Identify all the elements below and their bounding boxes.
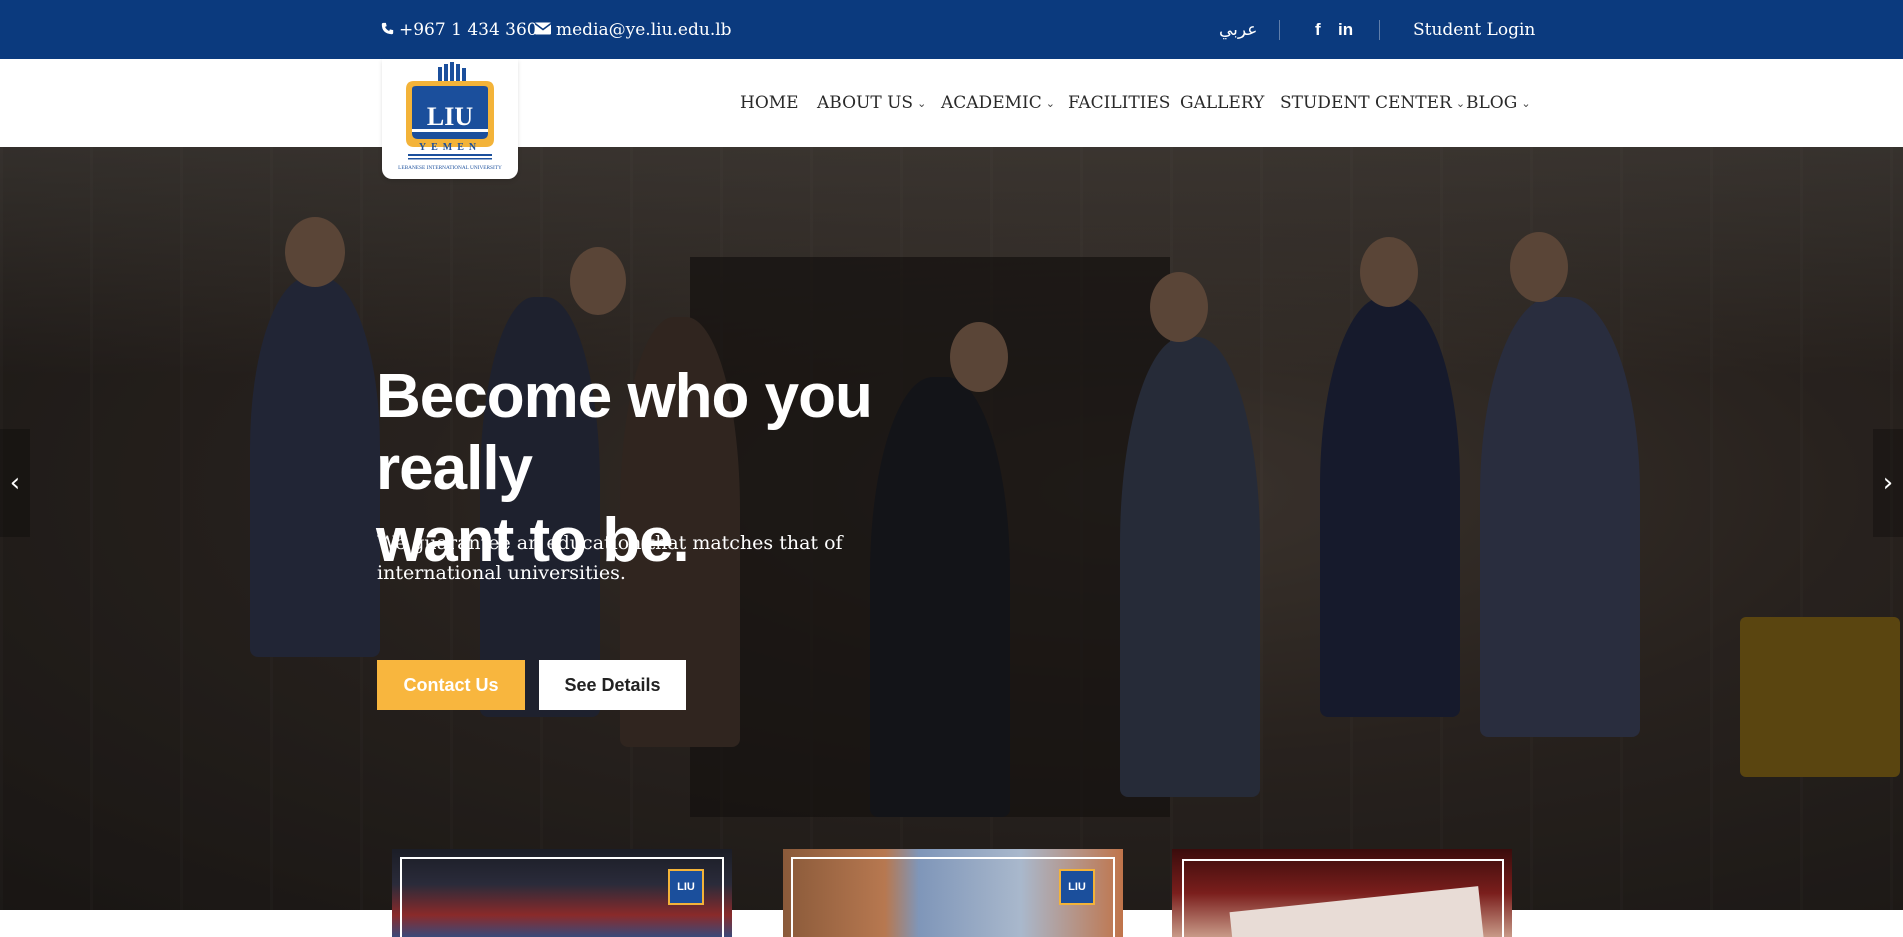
liu-yemen-logo[interactable]: LIU YEMEN LEBANESE INTERNATIONAL UNIVERS… (382, 59, 518, 179)
nav-item-label: STUDENT CENTER (1280, 93, 1452, 113)
student-login-link[interactable]: Student Login (1413, 0, 1535, 59)
chevron-left-icon: ‹ (9, 468, 21, 498)
email-address: media@ye.liu.edu.lb (556, 19, 732, 40)
phone-contact[interactable]: +967 1 434 360 (381, 0, 538, 59)
contact-us-button[interactable]: Contact Us (377, 660, 525, 710)
linkedin-icon[interactable]: in (1338, 0, 1353, 59)
nav-item-blog[interactable]: BLOG ⌄ (1466, 59, 1531, 147)
nav-item-label: HOME (740, 93, 799, 113)
feature-card[interactable] (1172, 849, 1512, 937)
divider (1379, 20, 1380, 40)
nav-item-label: ACADEMIC (941, 93, 1042, 113)
see-details-button[interactable]: See Details (539, 660, 686, 710)
chevron-down-icon: ⌄ (1455, 96, 1466, 110)
hero-subtitle-line: We guarantee an education that matches t… (377, 532, 843, 554)
logo-country: YEMEN (419, 142, 481, 153)
logo-brand: LIU (427, 102, 473, 131)
phone-number: +967 1 434 360 (399, 19, 538, 40)
nav-item-academic[interactable]: ACADEMIC ⌄ (941, 59, 1055, 147)
nav-item-label: GALLERY (1180, 93, 1265, 113)
nav-item-label: ABOUT US (817, 93, 914, 113)
chevron-down-icon: ⌄ (917, 96, 927, 110)
card-logo: LIU (668, 869, 704, 905)
card-logo: LIU (1059, 869, 1095, 905)
slider-next-button[interactable]: › (1873, 429, 1903, 537)
chevron-right-icon: › (1882, 468, 1894, 498)
hero-subtitle-line: international universities. (377, 562, 626, 584)
chevron-down-icon: ⌄ (1521, 96, 1531, 110)
hero-title-line: Become who you really (376, 362, 873, 503)
chevron-down-icon: ⌄ (1045, 96, 1055, 110)
divider (1279, 20, 1280, 40)
nav-item-facilities[interactable]: FACILITIES (1068, 59, 1170, 147)
logo-tagline: LEBANESE INTERNATIONAL UNIVERSITY (398, 165, 502, 171)
nav-item-about-us[interactable]: ABOUT US ⌄ (817, 59, 926, 147)
email-contact[interactable]: media@ye.liu.edu.lb (534, 0, 732, 59)
nav-item-label: FACILITIES (1068, 93, 1171, 113)
language-switch[interactable]: عربي (1219, 0, 1257, 59)
feature-card[interactable]: LIU (392, 849, 732, 937)
hero-slider: Become who you really want to be. We gua… (0, 147, 1903, 910)
envelope-icon (534, 20, 552, 40)
nav-item-gallery[interactable]: GALLERY (1180, 59, 1264, 147)
nav-item-student-center[interactable]: STUDENT CENTER ⌄ (1280, 59, 1465, 147)
main-navigation: HOME ABOUT US ⌄ ACADEMIC ⌄ FACILITIES GA… (0, 59, 1903, 147)
phone-icon (381, 20, 394, 40)
nav-item-home[interactable]: HOME (740, 59, 799, 147)
top-bar: +967 1 434 360 media@ye.liu.edu.lb عربي … (0, 0, 1903, 59)
logo-emblem: LIU YEMEN LEBANESE INTERNATIONAL UNIVERS… (398, 62, 502, 171)
card-frame (1182, 859, 1504, 937)
nav-item-label: BLOG (1466, 93, 1518, 113)
hero-subtitle: We guarantee an education that matches t… (377, 528, 847, 588)
feature-card[interactable]: LIU (783, 849, 1123, 937)
facebook-icon[interactable]: f (1315, 0, 1321, 59)
slider-prev-button[interactable]: ‹ (0, 429, 30, 537)
